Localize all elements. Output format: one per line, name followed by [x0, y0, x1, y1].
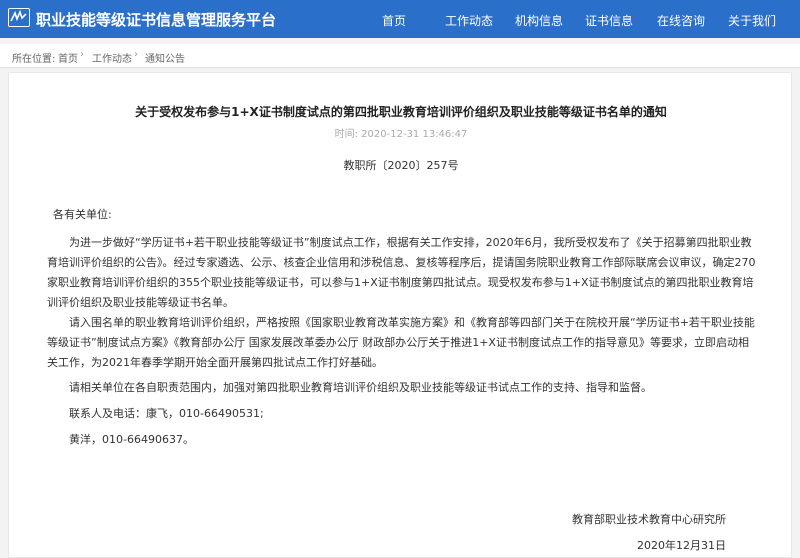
nav-item-news[interactable]: 工作动态 — [445, 12, 493, 29]
article-title: 关于受权发布参与1+X证书制度试点的第四批职业教育培训评价组织及职业技能等级证书… — [135, 105, 667, 119]
breadcrumb-news[interactable]: 工作动态 — [92, 50, 132, 65]
chevron-right-icon: › — [80, 49, 84, 60]
site-title[interactable]: 职业技能等级证书信息管理服务平台 — [36, 9, 276, 30]
salutation: 各有关单位: — [53, 208, 112, 221]
nav-item-consult[interactable]: 在线咨询 — [657, 12, 705, 29]
nav-item-home[interactable]: 首页 — [382, 12, 406, 29]
breadcrumb-current: 通知公告 — [145, 54, 185, 65]
paragraph-3: 请相关单位在各自职责范围内，加强对第四批职业教育培训评价组织及职业技能等级证书试… — [69, 381, 652, 394]
paragraph-1: 为进一步做好“学历证书+若干职业技能等级证书”制度试点工作，根据有关工作安排，2… — [47, 236, 756, 309]
breadcrumb: 所在位置: 首页 › 工作动态 › 通知公告 — [0, 44, 800, 68]
signature-organization: 教育部职业技术教育中心研究所 — [572, 513, 726, 526]
time-value: 2020-12-31 13:46:47 — [361, 129, 468, 140]
chevron-right-icon: › — [134, 49, 138, 60]
article-content: 关于受权发布参与1+X证书制度试点的第四批职业教育培训评价组织及职业技能等级证书… — [8, 72, 792, 558]
breadcrumb-home[interactable]: 首页 — [58, 50, 78, 65]
top-navigation-bar: 职业技能等级证书信息管理服务平台 首页 工作动态 机构信息 证书信息 在线咨询 … — [0, 0, 800, 38]
time-label: 时间: — [334, 129, 358, 140]
nav-item-certificates[interactable]: 证书信息 — [585, 12, 633, 29]
signature-date: 2020年12月31日 — [637, 539, 726, 552]
nav-item-about[interactable]: 关于我们 — [728, 12, 776, 29]
paragraph-2: 请入围名单的职业教育培训评价组织，严格按照《国家职业教育改革实施方案》和《教育部… — [47, 316, 755, 369]
nav-item-institutions[interactable]: 机构信息 — [515, 12, 563, 29]
article-time: 时间: 2020-12-31 13:46:47 — [9, 125, 793, 140]
document-number: 教职所〔2020〕257号 — [343, 159, 459, 172]
contact-line-1: 联系人及电话：康飞，010-66490531; — [69, 407, 264, 420]
contact-line-2: 黄洋，010-66490637。 — [69, 433, 194, 446]
site-logo-icon[interactable] — [8, 8, 30, 27]
breadcrumb-prefix: 所在位置: — [12, 54, 56, 65]
